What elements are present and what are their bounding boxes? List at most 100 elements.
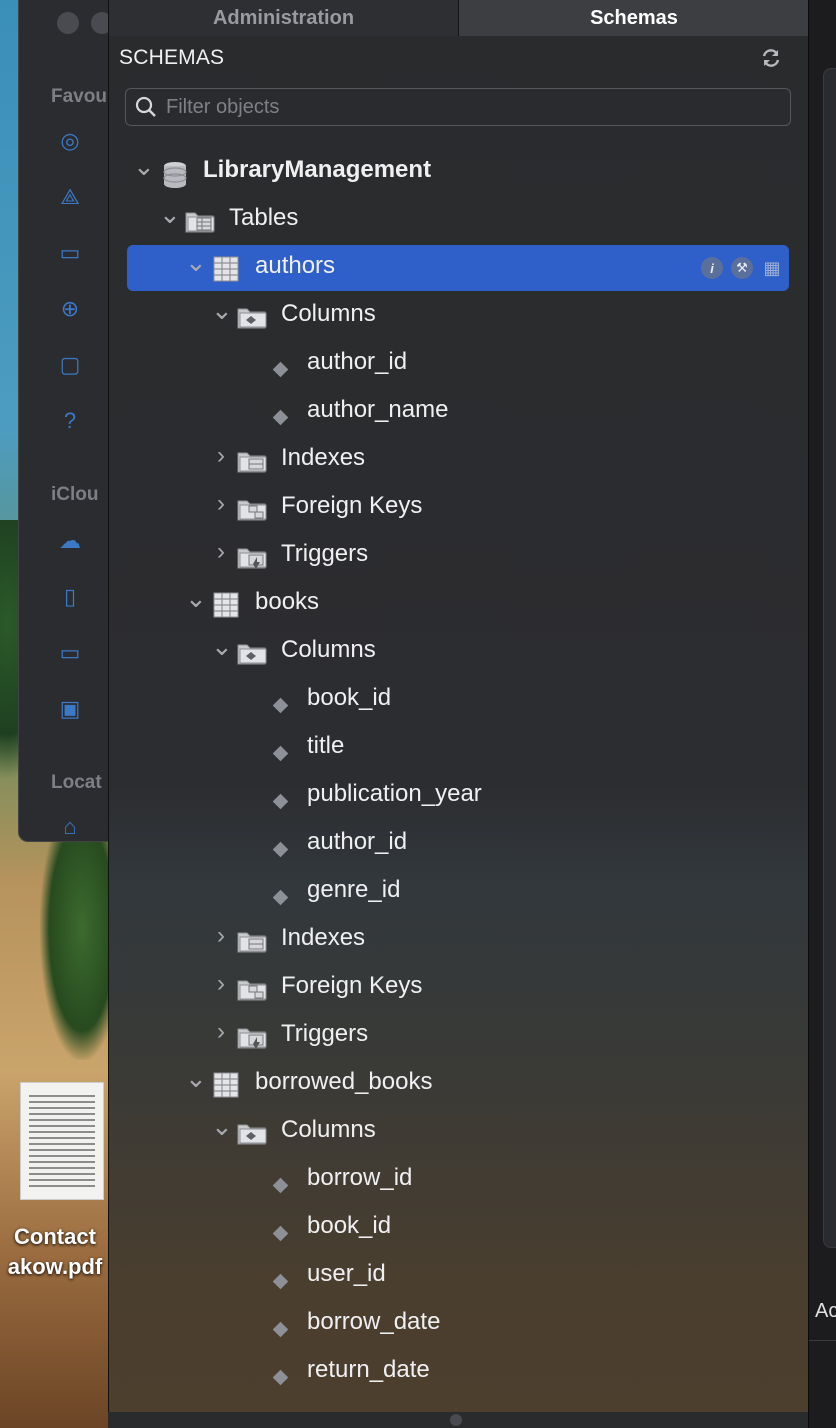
schema-node[interactable]: ⌄ LibraryManagement: [109, 148, 809, 196]
column-diamond-icon: [272, 1321, 289, 1338]
indexes-node-label: Indexes: [281, 444, 366, 471]
chevron-down-icon[interactable]: ⌄: [185, 1065, 207, 1091]
pdf-thumbnail-lines: [29, 1095, 95, 1189]
table-node-borrowed_books[interactable]: ⌄ borrowed_books: [109, 1060, 809, 1108]
file-label-line: akow.pdf: [7, 1254, 103, 1279]
column-item-label: author_name: [307, 396, 449, 423]
chevron-right-icon[interactable]: ›: [211, 444, 231, 468]
indexes-node[interactable]: › Indexes: [109, 916, 809, 964]
window-close-button[interactable]: [57, 12, 79, 34]
column-item[interactable]: borrow_date: [109, 1300, 809, 1348]
column-diamond-icon: [272, 889, 289, 906]
drive-icon[interactable]: ▭: [55, 640, 85, 666]
indexes-node[interactable]: › Indexes: [109, 436, 809, 484]
columns-node-label: Columns: [281, 636, 376, 663]
panel-title: SCHEMAS: [119, 46, 225, 69]
columns-node[interactable]: ⌄ Columns: [109, 628, 809, 676]
column-item-label: author_id: [307, 828, 408, 855]
chevron-right-icon[interactable]: ›: [211, 540, 231, 564]
column-item-label: author_id: [307, 348, 408, 375]
column-item[interactable]: author_id: [109, 340, 809, 388]
foreign-keys-node-label: Foreign Keys: [281, 492, 423, 519]
column-item[interactable]: user_id: [109, 1252, 809, 1300]
table-node-authors[interactable]: ⌄ authors: [109, 244, 809, 292]
column-item[interactable]: borrow_id: [109, 1156, 809, 1204]
columns-node[interactable]: ⌄ Columns: [109, 292, 809, 340]
document-icon[interactable]: ▯: [55, 584, 85, 610]
column-item[interactable]: book_id: [109, 676, 809, 724]
column-item-label: borrow_id: [307, 1164, 413, 1191]
applications-icon[interactable]: ⟁: [55, 184, 85, 210]
airdrop-icon[interactable]: ◎: [55, 128, 85, 154]
column-diamond-icon: [272, 409, 289, 426]
pdf-file-icon[interactable]: [20, 1082, 104, 1200]
cloud-icon[interactable]: ☁: [55, 528, 85, 554]
column-diamond-icon: [272, 1177, 289, 1194]
column-item-label: user_id: [307, 1260, 386, 1287]
finder-sidebar-window: Favou ◎ ⟁ ▭ ⊕ ▢ ? iClou ☁ ▯ ▭ ▣ Locat ⌂: [18, 0, 118, 842]
schema-node-label: LibraryManagement: [203, 156, 432, 183]
column-item[interactable]: return_date: [109, 1348, 809, 1396]
adjacent-pane-edge: [823, 68, 836, 1248]
tables-folder-icon: [185, 208, 215, 234]
desktop-icon[interactable]: ▭: [55, 240, 85, 266]
triggers-node[interactable]: › Triggers: [109, 1012, 809, 1060]
chevron-right-icon[interactable]: ›: [211, 1020, 231, 1044]
tab-schemas[interactable]: Schemas: [459, 0, 809, 36]
foreign-keys-folder-icon: [237, 496, 267, 522]
column-diamond-icon: [272, 1225, 289, 1242]
indexes-folder-icon: [237, 448, 267, 474]
column-item-label: publication_year: [307, 780, 482, 807]
disk-icon[interactable]: ⌂: [55, 814, 85, 840]
bottom-strip: [108, 1412, 808, 1428]
right-adjacent-pane: Ac: [808, 0, 836, 1428]
search-icon: [126, 96, 166, 118]
foreign-keys-node-label: Foreign Keys: [281, 972, 423, 999]
triggers-node[interactable]: › Triggers: [109, 532, 809, 580]
column-item[interactable]: title: [109, 724, 809, 772]
columns-node[interactable]: ⌄ Columns: [109, 1108, 809, 1156]
filter-input[interactable]: [166, 95, 766, 119]
downloads-icon[interactable]: ⊕: [55, 296, 85, 322]
table-node-books-label: books: [255, 588, 320, 615]
chevron-down-icon[interactable]: ⌄: [185, 249, 207, 275]
divider: [809, 1340, 836, 1341]
chevron-down-icon[interactable]: ⌄: [185, 585, 207, 611]
column-item-label: title: [307, 732, 345, 759]
column-item[interactable]: author_name: [109, 388, 809, 436]
triggers-folder-icon: [237, 544, 267, 570]
foreign-keys-node[interactable]: › Foreign Keys: [109, 484, 809, 532]
table-node-books[interactable]: ⌄ books: [109, 580, 809, 628]
adjacent-pane-label: Ac: [815, 1300, 836, 1322]
chevron-down-icon[interactable]: ⌄: [133, 153, 155, 179]
triggers-node-label: Triggers: [281, 1020, 369, 1047]
shared-folder-icon[interactable]: ▣: [55, 696, 85, 722]
tab-administration[interactable]: Administration: [109, 0, 459, 36]
column-item[interactable]: publication_year: [109, 772, 809, 820]
filter-box[interactable]: [125, 88, 791, 126]
column-item-label: genre_id: [307, 876, 401, 903]
column-item[interactable]: author_id: [109, 820, 809, 868]
column-diamond-icon: [272, 697, 289, 714]
finder-section-icloud: iClou: [51, 484, 99, 505]
pdf-file-label[interactable]: Contact akow.pdf: [0, 1222, 110, 1282]
foreign-keys-node[interactable]: › Foreign Keys: [109, 964, 809, 1012]
tables-node[interactable]: ⌄ Tables: [109, 196, 809, 244]
table-node-borrowed_books-label: borrowed_books: [255, 1068, 433, 1095]
chevron-down-icon[interactable]: ⌄: [159, 201, 181, 227]
help-icon[interactable]: ?: [55, 408, 85, 434]
chevron-down-icon[interactable]: ⌄: [211, 297, 233, 323]
folder-icon[interactable]: ▢: [55, 352, 85, 378]
refresh-icon[interactable]: [759, 46, 783, 70]
column-item[interactable]: book_id: [109, 1204, 809, 1252]
chevron-down-icon[interactable]: ⌄: [211, 633, 233, 659]
indexes-folder-icon: [237, 928, 267, 954]
column-item[interactable]: genre_id: [109, 868, 809, 916]
chevron-down-icon[interactable]: ⌄: [211, 1113, 233, 1139]
column-diamond-icon: [272, 745, 289, 762]
resize-handle[interactable]: [450, 1414, 462, 1426]
chevron-right-icon[interactable]: ›: [211, 972, 231, 996]
column-diamond-icon: [272, 361, 289, 378]
chevron-right-icon[interactable]: ›: [211, 924, 231, 948]
chevron-right-icon[interactable]: ›: [211, 492, 231, 516]
